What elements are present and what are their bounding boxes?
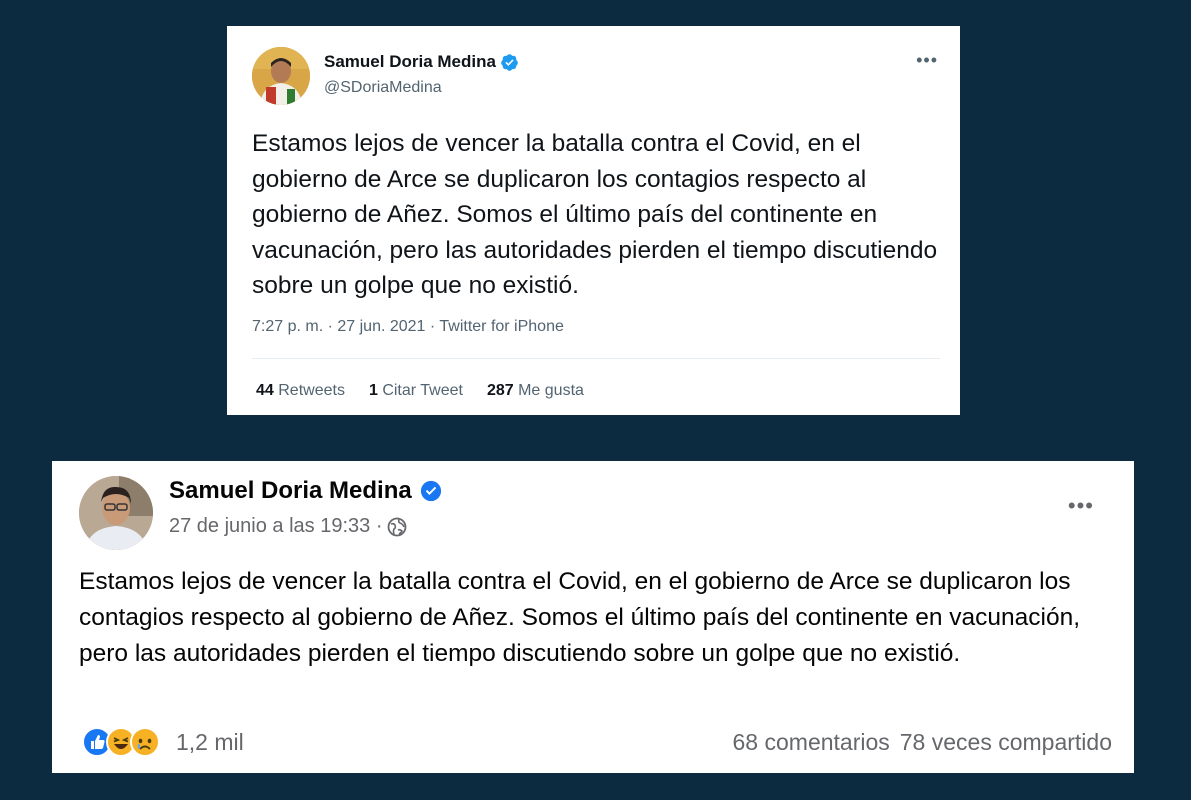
- verified-badge-icon: [420, 480, 441, 502]
- twitter-avatar[interactable]: [252, 47, 310, 105]
- retweets-stat[interactable]: 44 Retweets: [256, 382, 345, 400]
- engagement-counts: 68 comentarios 78 veces compartido: [733, 729, 1112, 756]
- twitter-handle[interactable]: @SDoriaMedina: [324, 79, 442, 97]
- reactions-count: 1,2 mil: [176, 728, 244, 755]
- likes-label: Me gusta: [518, 382, 584, 399]
- quotes-stat[interactable]: 1 Citar Tweet: [369, 382, 463, 400]
- shares-count[interactable]: 78 veces compartido: [900, 729, 1112, 756]
- post-timestamp[interactable]: 27 de junio a las 19:33 ·: [169, 515, 383, 538]
- twitter-post-card: Samuel Doria Medina @SDoriaMedina ••• Es…: [227, 26, 960, 415]
- facebook-avatar[interactable]: [79, 476, 153, 550]
- reactions-summary[interactable]: 1,2 mil: [82, 727, 244, 757]
- sad-reaction-icon: [130, 727, 160, 757]
- tweet-text: Estamos lejos de vencer la batalla contr…: [252, 130, 938, 299]
- likes-stat[interactable]: 287 Me gusta: [487, 382, 584, 400]
- comments-count[interactable]: 68 comentarios: [733, 729, 890, 756]
- post-text: Estamos lejos de vencer la batalla contr…: [79, 568, 1081, 667]
- verified-badge-icon: [501, 53, 518, 71]
- quotes-count: 1: [368, 382, 378, 399]
- ellipsis-icon[interactable]: •••: [916, 50, 938, 71]
- facebook-post-card: Samuel Doria Medina 27 de junio a las 19…: [52, 461, 1134, 773]
- globe-icon: [387, 517, 406, 536]
- divider: [252, 358, 940, 359]
- twitter-author-name[interactable]: Samuel Doria Medina: [324, 52, 496, 72]
- tweet-stats: 44 Retweets 1 Citar Tweet 287 Me gusta: [256, 382, 608, 400]
- ellipsis-icon[interactable]: •••: [1068, 493, 1094, 519]
- facebook-author-name[interactable]: Samuel Doria Medina: [169, 477, 412, 505]
- retweets-count: 44: [256, 382, 274, 399]
- tweet-timestamp[interactable]: 7:27 p. m. · 27 jun. 2021 · Twitter for …: [252, 318, 564, 336]
- retweets-label: Retweets: [278, 382, 345, 399]
- quotes-label: Citar Tweet: [382, 382, 463, 399]
- likes-count: 287: [486, 382, 514, 399]
